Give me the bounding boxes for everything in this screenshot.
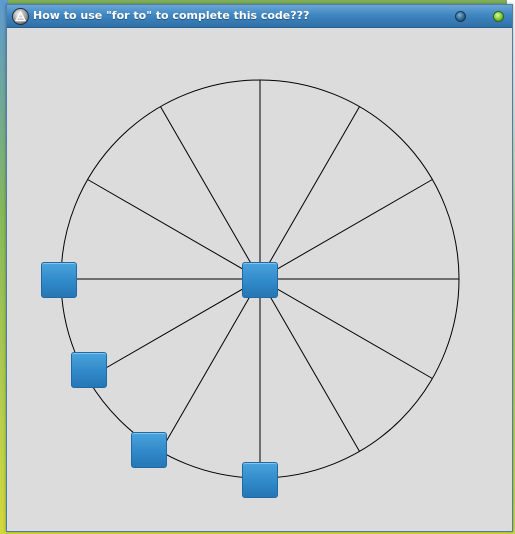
- window-title: How to use "for to" to complete this cod…: [33, 9, 310, 22]
- title-bar[interactable]: How to use "for to" to complete this cod…: [7, 5, 512, 28]
- app-icon[interactable]: [12, 8, 29, 25]
- square-lower-left[interactable]: [71, 352, 107, 388]
- square-bottom[interactable]: [242, 462, 278, 498]
- drawing-canvas: [7, 28, 512, 531]
- square-bottom-left[interactable]: [131, 432, 167, 468]
- square-left[interactable]: [41, 262, 77, 298]
- minimize-icon[interactable]: [455, 11, 466, 22]
- app-window: How to use "for to" to complete this cod…: [6, 4, 513, 532]
- square-center[interactable]: [242, 262, 278, 298]
- close-icon[interactable]: [493, 11, 504, 22]
